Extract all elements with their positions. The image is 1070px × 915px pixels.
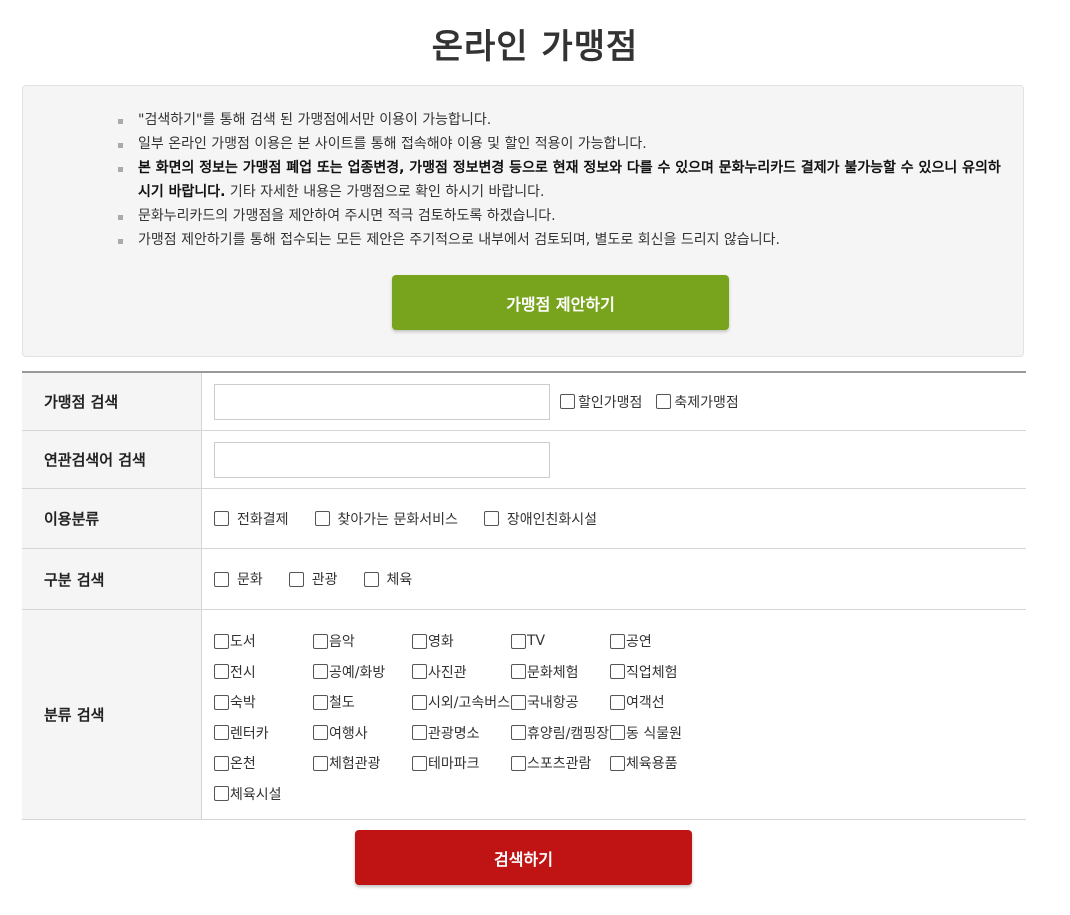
category-option[interactable]: 시외/고속버스 (412, 687, 511, 718)
category-option[interactable]: 렌터카 (214, 718, 313, 749)
category-option[interactable]: 여객선 (610, 687, 709, 718)
store-search-input[interactable] (214, 383, 550, 420)
checkbox-icon[interactable] (610, 725, 625, 741)
visiting-service-option[interactable]: 찾아가는 문화서비스 (314, 509, 458, 529)
category-option[interactable]: 체험관광 (313, 748, 412, 779)
category-option[interactable]: 사진관 (412, 657, 511, 688)
division-row: 구분 검색 문화 관광 체육 (22, 549, 1026, 610)
checkbox-icon[interactable] (412, 633, 427, 649)
category-option[interactable]: 테마파크 (412, 748, 511, 779)
checkbox-icon[interactable] (412, 755, 427, 771)
checkbox-icon[interactable] (313, 633, 328, 649)
accessible-facility-option[interactable]: 장애인친화시설 (483, 509, 597, 529)
keyword-search-row: 연관검색어 검색 (22, 431, 1026, 489)
checkbox-icon[interactable] (511, 664, 526, 680)
discount-store-option[interactable]: 할인가맹점 (560, 392, 642, 412)
checkbox-icon[interactable] (412, 725, 427, 741)
checkbox-icon[interactable] (214, 571, 229, 587)
notice-list: "검색하기"를 통해 검색 된 가맹점에서만 이용이 가능합니다. 일부 온라인… (118, 108, 1008, 252)
store-search-label: 가맹점 검색 (22, 373, 202, 430)
category-option[interactable]: TV (511, 626, 610, 657)
page-title: 온라인 가맹점 (431, 27, 639, 67)
category-option[interactable]: 숙박 (214, 687, 313, 718)
checkbox-icon[interactable] (511, 633, 526, 649)
bullet-icon (118, 167, 123, 172)
festival-store-option[interactable]: 축제가맹점 (656, 392, 739, 412)
search-form: 가맹점 검색 할인가맹점 축제가맹점 연관검색어 검색 이용분류 전화결제 찾아… (22, 371, 1026, 820)
keyword-search-label: 연관검색어 검색 (22, 431, 202, 488)
category-option[interactable]: 여행사 (313, 718, 412, 749)
category-option[interactable]: 공연 (610, 626, 709, 657)
category-option[interactable]: 스포츠관람 (511, 748, 610, 779)
checkbox-icon[interactable] (412, 664, 427, 680)
category-option[interactable]: 휴양림/캠핑장 (511, 718, 610, 749)
phone-payment-option[interactable]: 전화결제 (214, 509, 289, 529)
category-option[interactable]: 전시 (214, 657, 313, 688)
propose-store-button[interactable]: 가맹점 제안하기 (392, 275, 729, 330)
checkbox-icon[interactable] (214, 511, 229, 526)
sports-option[interactable]: 체육 (363, 569, 412, 589)
checkbox-icon[interactable] (560, 394, 575, 409)
checkbox-icon[interactable] (363, 571, 379, 587)
bullet-icon (118, 239, 123, 244)
category-option[interactable]: 음악 (313, 626, 412, 657)
checkbox-icon[interactable] (214, 664, 229, 680)
checkbox-icon[interactable] (610, 633, 625, 649)
notice-item: 가맹점 제안하기를 통해 접수되는 모든 제안은 주기적으로 내부에서 검토되며… (118, 228, 1008, 252)
checkbox-icon[interactable] (214, 755, 229, 771)
category-option[interactable]: 문화체험 (511, 657, 610, 688)
category-option[interactable]: 직업체험 (610, 657, 709, 688)
notice-item: 본 화면의 정보는 가맹점 폐업 또는 업종변경, 가맹점 정보변경 등으로 현… (118, 156, 1008, 204)
checkbox-icon[interactable] (511, 725, 526, 741)
checkbox-icon[interactable] (412, 694, 427, 710)
checkbox-icon[interactable] (214, 725, 229, 741)
division-label: 구분 검색 (22, 549, 202, 609)
checkbox-icon[interactable] (314, 511, 330, 526)
category-option[interactable]: 관광명소 (412, 718, 511, 749)
tourism-option[interactable]: 관광 (288, 569, 338, 589)
checkbox-icon[interactable] (313, 725, 328, 741)
category-option[interactable]: 도서 (214, 626, 313, 657)
category-option[interactable]: 온천 (214, 748, 313, 779)
bullet-icon (118, 143, 123, 148)
bullet-icon (118, 119, 123, 124)
checkbox-icon[interactable] (214, 786, 229, 802)
notice-item: 일부 온라인 가맹점 이용은 본 사이트를 통해 접속해야 이용 및 할인 적용… (118, 132, 1008, 156)
checkbox-icon[interactable] (610, 694, 625, 710)
checkbox-icon[interactable] (313, 755, 328, 771)
checkbox-icon[interactable] (511, 755, 526, 771)
checkbox-icon[interactable] (313, 664, 328, 680)
category-option[interactable]: 공예/화방 (313, 657, 412, 688)
checkbox-icon[interactable] (313, 694, 328, 710)
category-option[interactable]: 영화 (412, 626, 511, 657)
notice-item: 문화누리카드의 가맹점을 제안하여 주시면 적극 검토하도록 하겠습니다. (118, 204, 1008, 228)
checkbox-icon[interactable] (656, 394, 672, 409)
search-button[interactable]: 검색하기 (355, 830, 692, 885)
bullet-icon (118, 215, 123, 220)
checkbox-icon[interactable] (214, 694, 229, 710)
usage-type-label: 이용분류 (22, 489, 202, 548)
checkbox-icon[interactable] (511, 694, 526, 710)
checkbox-icon[interactable] (288, 571, 304, 587)
keyword-search-input[interactable] (214, 441, 550, 478)
culture-option[interactable]: 문화 (214, 569, 263, 589)
notice-box: "검색하기"를 통해 검색 된 가맹점에서만 이용이 가능합니다. 일부 온라인… (22, 85, 1024, 357)
category-options: 도서 음악 영화 TV 공연전시 공예/화방 사진관 문화체험 직업체험숙박 철도 시외/고속버스 국… (214, 610, 709, 819)
store-search-row: 가맹점 검색 할인가맹점 축제가맹점 (22, 373, 1026, 431)
category-option[interactable]: 체육용품 (610, 748, 709, 779)
category-option[interactable]: 동 식물원 (610, 718, 709, 749)
notice-item: "검색하기"를 통해 검색 된 가맹점에서만 이용이 가능합니다. (118, 108, 1008, 132)
category-option[interactable]: 체육시설 (214, 779, 313, 810)
checkbox-icon[interactable] (610, 664, 625, 680)
category-option[interactable]: 국내항공 (511, 687, 610, 718)
category-option[interactable]: 철도 (313, 687, 412, 718)
checkbox-icon[interactable] (610, 755, 625, 771)
category-row: 분류 검색 도서 음악 영화 TV 공연전시 공예/화방 사진관 문화체험 직업체험숙박 철도 시외… (22, 610, 1026, 820)
category-label: 분류 검색 (22, 610, 202, 819)
checkbox-icon[interactable] (483, 511, 499, 526)
checkbox-icon[interactable] (214, 633, 229, 649)
usage-type-row: 이용분류 전화결제 찾아가는 문화서비스 장애인친화시설 (22, 489, 1026, 549)
